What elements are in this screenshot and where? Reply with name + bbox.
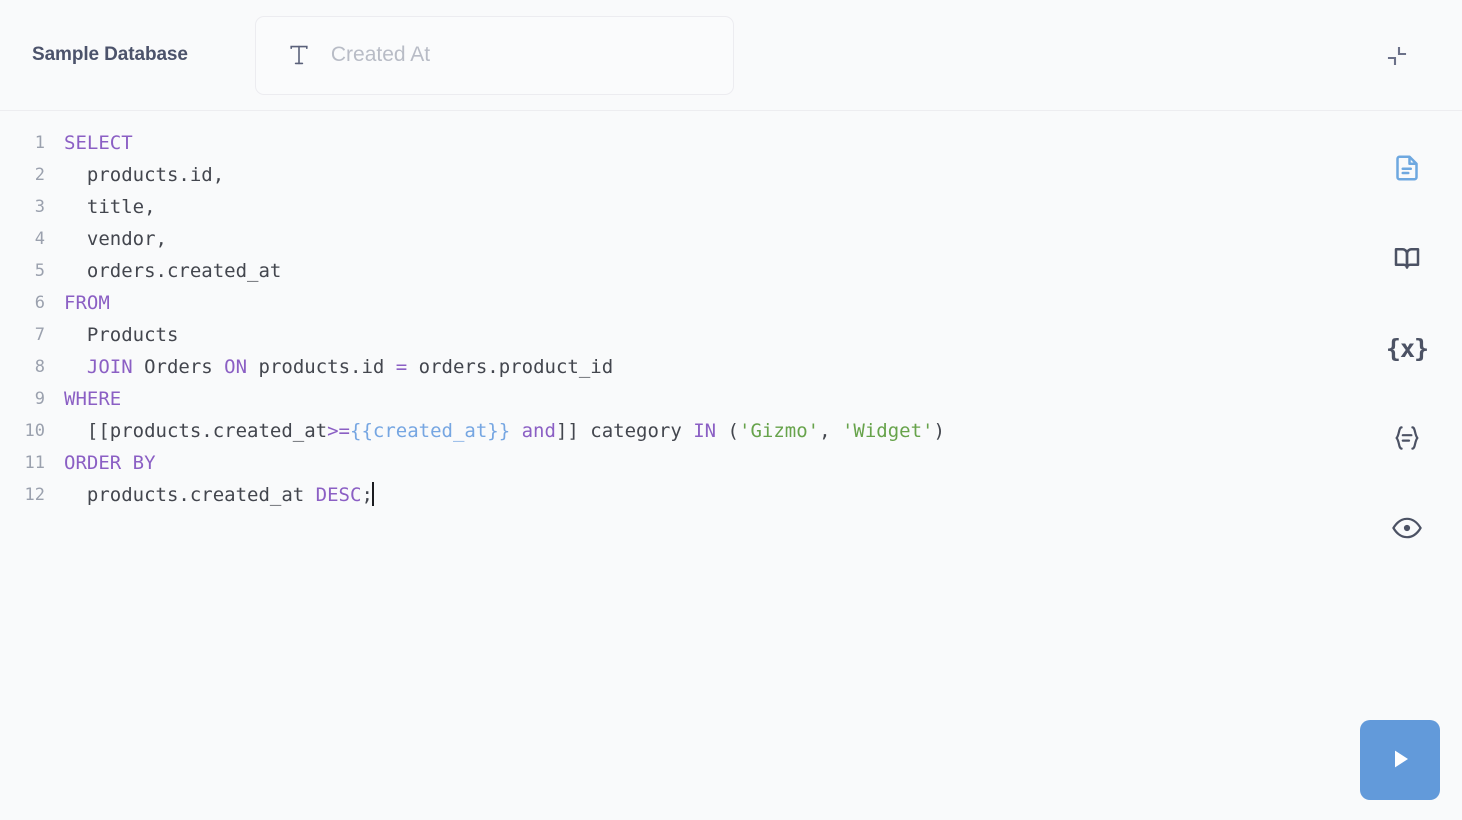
line-number: 4 <box>34 229 45 249</box>
data-reference-icon[interactable] <box>1383 144 1431 192</box>
line-number: 1 <box>34 133 45 153</box>
code-token: DESC <box>315 484 362 506</box>
code-token: 'Gizmo' <box>739 420 820 442</box>
code-line: Products <box>64 319 1352 351</box>
editor-sidebar-rail: {x} <box>1352 111 1462 820</box>
code-line: SELECT <box>64 127 1352 159</box>
line-number: 9 <box>34 389 45 409</box>
code-line: title, <box>64 191 1352 223</box>
run-query-button[interactable] <box>1360 720 1440 800</box>
code-token: title, <box>64 196 156 218</box>
code-token: ( <box>716 420 739 442</box>
code-line: products.id, <box>64 159 1352 191</box>
code-token: FROM <box>64 292 110 314</box>
line-number: 6 <box>34 293 45 313</box>
code-token: orders.product_id <box>407 356 614 378</box>
code-token: JOIN <box>86 356 133 378</box>
code-token: ON <box>224 356 248 378</box>
code-token: SELECT <box>64 132 133 154</box>
code-token: orders.created_at <box>64 260 282 282</box>
variables-icon[interactable]: {x} <box>1383 324 1431 372</box>
code-token: 'Widget' <box>841 420 934 442</box>
question-name-input[interactable]: Created At <box>254 15 734 95</box>
sql-editor-page: Sample Database Created At 1 2 3 4 5 6 7 8 9 10 11… <box>0 0 1462 820</box>
code-line: vendor, <box>64 223 1352 255</box>
database-name-label: Sample Database <box>32 44 188 65</box>
code-token: >= <box>327 420 350 442</box>
sql-editor[interactable]: 1 2 3 4 5 6 7 8 9 10 11 12 SELECT products.id, titl… <box>0 127 1352 820</box>
code-line: [[products.created_at>={{created_at}} an… <box>64 415 1352 447</box>
code-token: {{created_at}} <box>350 420 511 442</box>
line-number: 8 <box>34 357 45 377</box>
line-number: 7 <box>34 325 45 345</box>
code-line: products.created_at DESC; <box>64 479 1352 511</box>
code-token: ) <box>933 420 945 442</box>
code-token: , <box>819 420 842 442</box>
text-type-icon <box>288 44 310 66</box>
code-token: = <box>395 356 408 378</box>
code-token: ]] category <box>555 420 694 442</box>
variables-glyph: {x} <box>1385 333 1429 363</box>
code-token: products.created_at <box>64 484 316 506</box>
code-token: [[products.created_at <box>64 420 328 442</box>
code-token: WHERE <box>64 388 122 410</box>
code-line: orders.created_at <box>64 255 1352 287</box>
preview-query-icon[interactable] <box>1383 504 1431 552</box>
code-line: ORDER BY <box>64 447 1352 479</box>
question-name-placeholder: Created At <box>330 43 431 66</box>
code-line: JOIN Orders ON products.id = orders.prod… <box>64 351 1352 383</box>
code-token: IN <box>693 420 717 442</box>
code-token: vendor, <box>64 228 167 250</box>
editor-body: 1 2 3 4 5 6 7 8 9 10 11 12 SELECT products.id, titl… <box>0 111 1462 820</box>
code-token: Orders <box>132 356 225 378</box>
code-token: Products <box>64 324 179 346</box>
collapse-arrows-icon[interactable] <box>1380 39 1414 73</box>
text-cursor <box>371 482 374 506</box>
code-token: and <box>521 420 556 442</box>
code-token: products.id, <box>64 164 225 186</box>
code-token: products.id <box>247 356 396 378</box>
code-line: WHERE <box>64 383 1352 415</box>
code-token: ORDER BY <box>64 452 156 474</box>
play-icon <box>1385 744 1415 777</box>
line-number: 11 <box>24 453 45 473</box>
sql-code-area[interactable]: SELECT products.id, title, vendor, order… <box>45 127 1352 511</box>
line-number: 2 <box>34 165 45 185</box>
editor-header: Sample Database Created At <box>0 0 1462 111</box>
line-number: 12 <box>24 485 45 505</box>
line-number-gutter: 1 2 3 4 5 6 7 8 9 10 11 12 <box>0 127 45 511</box>
line-number: 10 <box>24 421 45 441</box>
line-number: 5 <box>34 261 45 281</box>
snippet-sidebar-icon[interactable] <box>1383 234 1431 282</box>
format-query-icon[interactable] <box>1383 414 1431 462</box>
code-line: FROM <box>64 287 1352 319</box>
line-number: 3 <box>34 197 45 217</box>
